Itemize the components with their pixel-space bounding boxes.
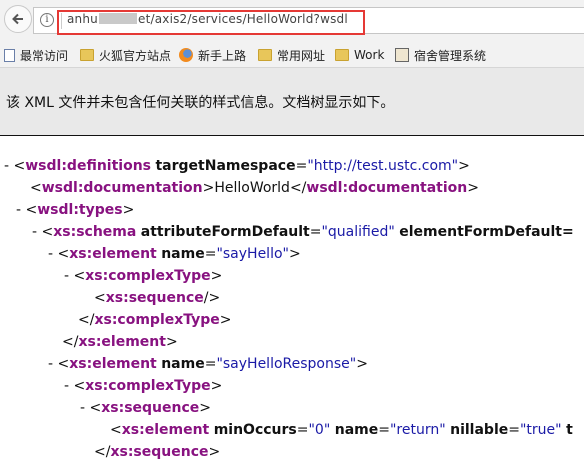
url-highlight-box [57, 10, 365, 35]
attr-name: minOccurs [213, 422, 297, 438]
page-icon [4, 48, 15, 62]
xml-line-documentation: <wsdl:documentation>HelloWorld</wsdl:doc… [30, 180, 479, 196]
firefox-icon [179, 48, 193, 62]
tag-name: xs:schema [53, 224, 137, 240]
attr-value: "sayHelloResponse" [216, 356, 357, 372]
tag-name: wsdl:documentation [306, 180, 468, 196]
bookmark-label: 宿舍管理系统 [414, 48, 487, 63]
browser-toolbar: i anhu et/axis2/services/HelloWorld?wsdl [0, 0, 584, 42]
text-node: HelloWorld [214, 180, 290, 196]
bookmark-work[interactable]: Work [335, 45, 384, 65]
bookmark-most-visited[interactable]: 最常访问 [4, 45, 68, 65]
attr-name: targetNamespace [155, 158, 296, 174]
bookmark-label: 最常访问 [20, 48, 69, 63]
xml-line-element-return: <xs:element minOccurs="0" name="return" … [110, 422, 573, 438]
xml-notice-banner: 该 XML 文件并未包含任何关联的样式信息。文档树显示如下。 [0, 68, 584, 136]
bookmark-label: Work [354, 48, 385, 62]
tag-name: xs:element [78, 334, 166, 350]
collapse-toggle[interactable]: - [48, 356, 53, 372]
dorm-icon [395, 48, 409, 62]
tag-name: xs:complexType [85, 378, 211, 394]
tag-name: xs:element [69, 246, 157, 262]
attr-value: "sayHello" [216, 246, 289, 262]
collapse-toggle[interactable]: - [4, 158, 9, 174]
collapse-toggle[interactable]: - [64, 268, 69, 284]
attr-name: elementFormDefault= [399, 224, 574, 240]
tag-name: wsdl:types [37, 202, 123, 218]
collapse-toggle[interactable]: - [16, 202, 21, 218]
attr-value: "true" [519, 422, 562, 438]
tag-name: wsdl:documentation [41, 180, 203, 196]
collapse-toggle[interactable]: - [48, 246, 53, 262]
attr-value: "return" [389, 422, 446, 438]
tag-name: xs:element [69, 356, 157, 372]
xml-line-types: - <wsdl:types> [16, 202, 135, 218]
tag-name: xs:sequence [105, 290, 204, 306]
info-icon[interactable]: i [40, 13, 54, 27]
attr-name: name [334, 422, 379, 438]
collapse-toggle[interactable]: - [32, 224, 37, 240]
xml-line-element-close: </xs:element> [62, 334, 178, 350]
xml-line-definitions: - <wsdl:definitions targetNamespace="htt… [4, 158, 470, 174]
bookmarks-toolbar: 最常访问 火狐官方站点 新手上路 常用网址 Work 宿舍管理系统 [0, 42, 584, 68]
xml-line-sequence-empty: <xs:sequence/> [94, 290, 221, 306]
bookmark-label: 火狐官方站点 [99, 48, 172, 63]
tag-name: xs:element [121, 422, 210, 438]
tag-name: wsdl:definitions [25, 158, 152, 174]
attr-value: "0" [308, 422, 331, 438]
tag-name: xs:complexType [85, 268, 211, 284]
attr-name: attributeFormDefault [140, 224, 310, 240]
tag-name: xs:complexType [94, 312, 220, 328]
attr-name: name [161, 246, 205, 262]
xml-line-sequence-close: </xs:sequence> [94, 444, 221, 460]
notice-text: 该 XML 文件并未包含任何关联的样式信息。文档树显示如下。 [6, 95, 395, 111]
bookmark-label: 常用网址 [277, 48, 326, 63]
xml-line-sequence: - <xs:sequence> [80, 400, 212, 416]
xml-line-complextype-2: - <xs:complexType> [64, 378, 223, 394]
back-arrow-icon [12, 13, 23, 25]
xml-line-schema: - <xs:schema attributeFormDefault="quali… [32, 224, 574, 240]
attr-value: "http://test.ustc.com" [307, 158, 459, 174]
collapse-toggle[interactable]: - [80, 400, 85, 416]
folder-icon [80, 49, 94, 61]
tag-name: xs:sequence [110, 444, 209, 460]
xml-line-complextype: - <xs:complexType> [64, 268, 223, 284]
bookmark-firefox-site[interactable]: 火狐官方站点 [80, 45, 171, 65]
bookmark-dorm-system[interactable]: 宿舍管理系统 [395, 45, 486, 65]
folder-icon [335, 49, 349, 61]
bookmark-getting-started[interactable]: 新手上路 [179, 45, 246, 65]
attr-name: t [566, 422, 573, 438]
xml-tree: - <wsdl:definitions targetNamespace="htt… [0, 137, 584, 464]
bookmark-label: 新手上路 [198, 48, 247, 63]
folder-icon [258, 49, 272, 61]
attr-name: name [161, 356, 205, 372]
xml-line-element-response: - <xs:element name="sayHelloResponse"> [48, 356, 368, 372]
xml-line-complextype-close: </xs:complexType> [78, 312, 232, 328]
back-button[interactable] [4, 5, 32, 33]
xml-line-element-sayhello: - <xs:element name="sayHello"> [48, 246, 301, 262]
attr-name: nillable [450, 422, 509, 438]
tag-name: xs:sequence [101, 400, 200, 416]
collapse-toggle[interactable]: - [64, 378, 69, 394]
bookmark-common-sites[interactable]: 常用网址 [258, 45, 325, 65]
attr-value: "qualified" [321, 224, 395, 240]
